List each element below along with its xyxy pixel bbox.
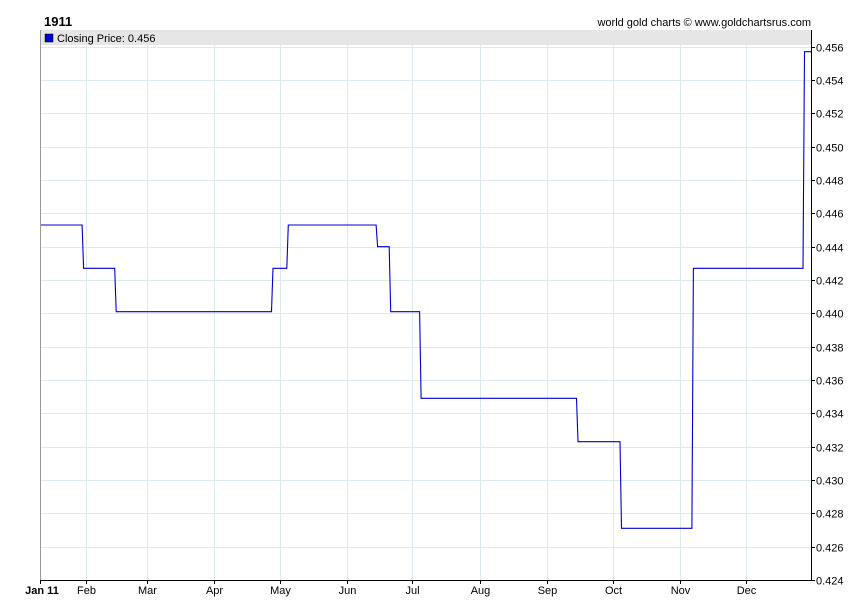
y-tick-label: 0.426 xyxy=(816,543,844,555)
y-tick-label: 0.424 xyxy=(816,576,844,588)
x-tick-label: Jun xyxy=(339,585,357,597)
credit-text: world gold charts © www.goldchartsrus.co… xyxy=(596,17,811,29)
y-tick-label: 0.444 xyxy=(816,243,844,255)
y-tick-label: 0.440 xyxy=(816,309,844,321)
y-tick-label: 0.442 xyxy=(816,276,844,288)
y-tick-label: 0.432 xyxy=(816,443,844,455)
y-tick-label: 0.436 xyxy=(816,376,844,388)
x-tick-label: Feb xyxy=(77,585,96,597)
x-tick-label: Dec xyxy=(737,585,757,597)
x-tick-label: Mar xyxy=(138,585,157,597)
y-tick-label: 0.434 xyxy=(816,409,844,421)
x-tick-label: Sep xyxy=(538,585,558,597)
legend-band xyxy=(40,30,811,45)
y-tick-label: 0.454 xyxy=(816,76,844,88)
y-tick-group: 0.424 0.426 0.428 0.430 0.432 0.434 0.436 0.438… xyxy=(811,43,844,588)
x-tick-label: Nov xyxy=(671,585,691,597)
plot-area xyxy=(40,30,811,580)
x-tick-label: May xyxy=(270,585,291,597)
legend-label: Closing Price: 0.456 xyxy=(57,33,155,45)
y-tick-label: 0.438 xyxy=(816,343,844,355)
x-tick-label: Oct xyxy=(605,585,622,597)
legend-swatch xyxy=(44,33,54,43)
y-tick-label: 0.430 xyxy=(816,476,844,488)
y-tick-label: 0.446 xyxy=(816,209,844,221)
chart: 1911 world gold charts © www.goldchartsr… xyxy=(25,14,844,597)
x-tick-label: Jan 11 xyxy=(25,585,59,597)
y-tick-label: 0.450 xyxy=(816,143,844,155)
x-tick-group: Jan 11 Feb Mar Apr May Jun Jul Aug Sep Oct Nov Dec xyxy=(25,580,757,597)
y-tick-label: 0.428 xyxy=(816,509,844,521)
y-tick-label: 0.452 xyxy=(816,109,844,121)
x-tick-label: Aug xyxy=(471,585,491,597)
y-tick-label: 0.448 xyxy=(816,176,844,188)
x-tick-label: Apr xyxy=(206,585,223,597)
x-tick-label: Jul xyxy=(405,585,419,597)
chart-title: 1911 xyxy=(44,14,72,29)
y-tick-label: 0.456 xyxy=(816,43,844,55)
